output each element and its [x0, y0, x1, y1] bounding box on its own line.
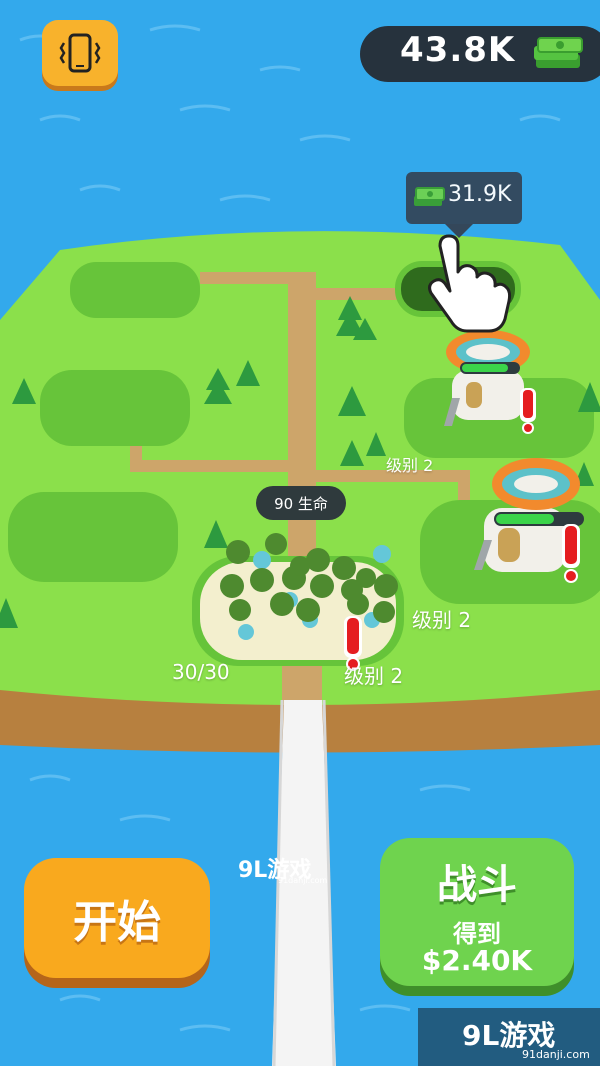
army-count: 30/30: [172, 660, 230, 684]
level-label: 级别 2: [412, 608, 472, 632]
vibrate-toggle-button[interactable]: [42, 20, 118, 86]
start-button-label: 开始: [73, 897, 161, 948]
plot-price-bubble[interactable]: 31.9K: [406, 172, 522, 224]
cash-stack-icon: [534, 37, 583, 68]
battle-button[interactable]: 战斗 得到 $2.40K: [380, 838, 574, 986]
level-label: 级别 2: [386, 456, 434, 475]
watermark-corner: 9L游戏 91danji.com: [418, 1008, 600, 1066]
phone-vibrate-icon: [59, 33, 101, 73]
army-hp-badge: 90 生命: [256, 486, 346, 520]
watermark-center: 9L游戏 91danji.com: [238, 852, 327, 885]
money-amount: 43.8K: [400, 30, 516, 70]
battle-button-title: 战斗: [437, 862, 517, 908]
bubble-tail: [445, 224, 473, 238]
money-counter: 43.8K: [360, 26, 600, 82]
watermark-url: 91danji.com: [522, 1048, 590, 1061]
tower-1: [444, 330, 530, 426]
start-button[interactable]: 开始: [24, 858, 210, 978]
battle-reward-amount: $2.40K: [421, 944, 533, 977]
cash-stack-icon: [414, 187, 445, 206]
plot-price: 31.9K: [448, 182, 512, 207]
alert-exclamation-2: [562, 524, 580, 583]
alert-exclamation-1: [520, 388, 536, 434]
watermark-url: 91danji.com: [278, 876, 328, 885]
level-label: 级别 2: [344, 664, 404, 688]
